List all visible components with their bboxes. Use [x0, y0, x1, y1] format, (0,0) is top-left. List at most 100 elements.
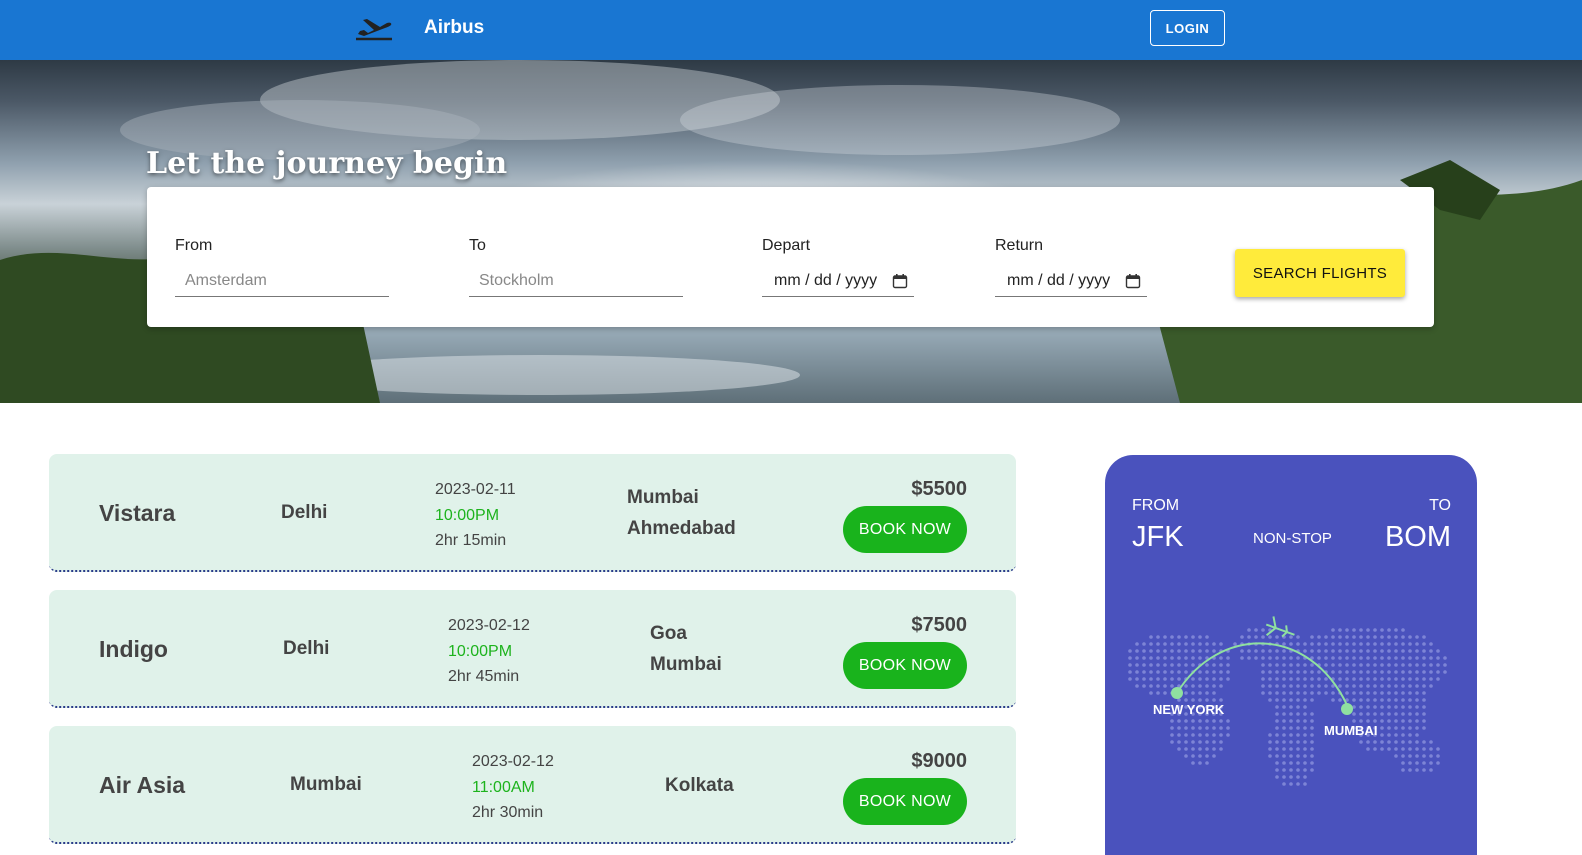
map-dot [1401, 733, 1405, 737]
map-dot [1303, 705, 1307, 709]
map-dot [1394, 635, 1398, 639]
map-dot [1219, 733, 1223, 737]
calendar-icon[interactable] [1125, 273, 1141, 289]
book-now-button[interactable]: BOOK NOW [843, 506, 967, 553]
map-dot [1275, 698, 1279, 702]
stop-city: Kolkata [665, 775, 734, 796]
map-dot [1373, 684, 1377, 688]
map-dot [1422, 656, 1426, 660]
from-input[interactable] [175, 265, 389, 297]
to-input[interactable] [469, 265, 683, 297]
search-flights-button[interactable]: SEARCH FLIGHTS [1235, 249, 1405, 297]
map-dot [1380, 712, 1384, 716]
flight-date: 2023-02-12 [472, 753, 554, 770]
map-dot [1289, 705, 1293, 709]
origin-city: Mumbai [290, 774, 362, 795]
map-dot [1373, 740, 1377, 744]
map-dot [1275, 705, 1279, 709]
map-dot [1366, 691, 1370, 695]
flight-card: Indigo Delhi 2023-02-12 10:00PM 2hr 45mi… [49, 590, 1016, 708]
map-dot [1366, 712, 1370, 716]
map-dot [1219, 656, 1223, 660]
map-dot [1184, 656, 1188, 660]
map-dot [1380, 635, 1384, 639]
map-dot [1429, 649, 1433, 653]
map-dot [1135, 656, 1139, 660]
map-dot [1170, 684, 1174, 688]
map-dot [1226, 719, 1230, 723]
map-dot [1289, 740, 1293, 744]
airplane-icon [1265, 616, 1295, 638]
map-dot [1205, 649, 1209, 653]
map-dot [1331, 628, 1335, 632]
map-dot [1422, 768, 1426, 772]
map-dot [1429, 656, 1433, 660]
map-dot [1219, 684, 1223, 688]
map-dot [1429, 740, 1433, 744]
map-dot [1387, 670, 1391, 674]
depart-field-group: Depart mm / dd / yyyy [762, 237, 914, 297]
map-dot [1394, 740, 1398, 744]
map-dot [1303, 642, 1307, 646]
return-date-input[interactable]: mm / dd / yyyy [995, 265, 1147, 297]
map-dot [1191, 677, 1195, 681]
map-dot [1198, 740, 1202, 744]
map-dot [1177, 649, 1181, 653]
map-dot [1422, 698, 1426, 702]
calendar-icon[interactable] [892, 273, 908, 289]
map-dot [1436, 677, 1440, 681]
map-dot [1338, 663, 1342, 667]
map-dot [1296, 768, 1300, 772]
map-dot [1275, 754, 1279, 758]
map-dot [1282, 761, 1286, 765]
map-dot [1198, 656, 1202, 660]
map-dot [1422, 705, 1426, 709]
book-now-button[interactable]: BOOK NOW [843, 642, 967, 689]
map-dot [1310, 670, 1314, 674]
map-dot [1163, 663, 1167, 667]
map-dot [1324, 691, 1328, 695]
map-dot [1247, 635, 1251, 639]
map-dot [1401, 698, 1405, 702]
flight-price: $5500 [911, 478, 967, 500]
map-dot [1394, 726, 1398, 730]
map-dot [1408, 677, 1412, 681]
map-dot [1394, 684, 1398, 688]
map-dot [1408, 740, 1412, 744]
map-dot [1380, 656, 1384, 660]
flight-stops: Mumbai Ahmedabad [627, 482, 736, 544]
map-dot [1128, 649, 1132, 653]
login-button[interactable]: LOGIN [1150, 10, 1225, 46]
map-dot [1282, 782, 1286, 786]
map-dot [1387, 635, 1391, 639]
map-dot [1394, 628, 1398, 632]
map-dot [1254, 635, 1258, 639]
map-dot [1387, 642, 1391, 646]
map-dot [1135, 663, 1139, 667]
map-dot [1191, 642, 1195, 646]
map-dot [1394, 670, 1398, 674]
map-dot [1408, 656, 1412, 660]
map-dot [1429, 642, 1433, 646]
map-dot [1422, 635, 1426, 639]
map-dot [1247, 649, 1251, 653]
flight-date: 2023-02-12 [448, 617, 530, 634]
map-dot [1289, 726, 1293, 730]
map-dot [1373, 642, 1377, 646]
map-dot [1275, 656, 1279, 660]
flight-card: Vistara Delhi 2023-02-11 10:00PM 2hr 15m… [49, 454, 1016, 572]
flight-search-form: From To Depart mm / dd / yyyy Return mm [147, 187, 1434, 327]
map-dot [1240, 656, 1244, 660]
map-dot [1177, 740, 1181, 744]
map-dot [1142, 649, 1146, 653]
map-dot [1394, 719, 1398, 723]
flight-stops: Goa Mumbai [650, 618, 722, 680]
map-dot [1436, 663, 1440, 667]
book-now-button[interactable]: BOOK NOW [843, 778, 967, 825]
flight-date: 2023-02-11 [435, 481, 516, 498]
depart-date-input[interactable]: mm / dd / yyyy [762, 265, 914, 297]
map-dot [1296, 719, 1300, 723]
map-dot [1380, 740, 1384, 744]
map-dot [1359, 649, 1363, 653]
map-dot [1338, 698, 1342, 702]
